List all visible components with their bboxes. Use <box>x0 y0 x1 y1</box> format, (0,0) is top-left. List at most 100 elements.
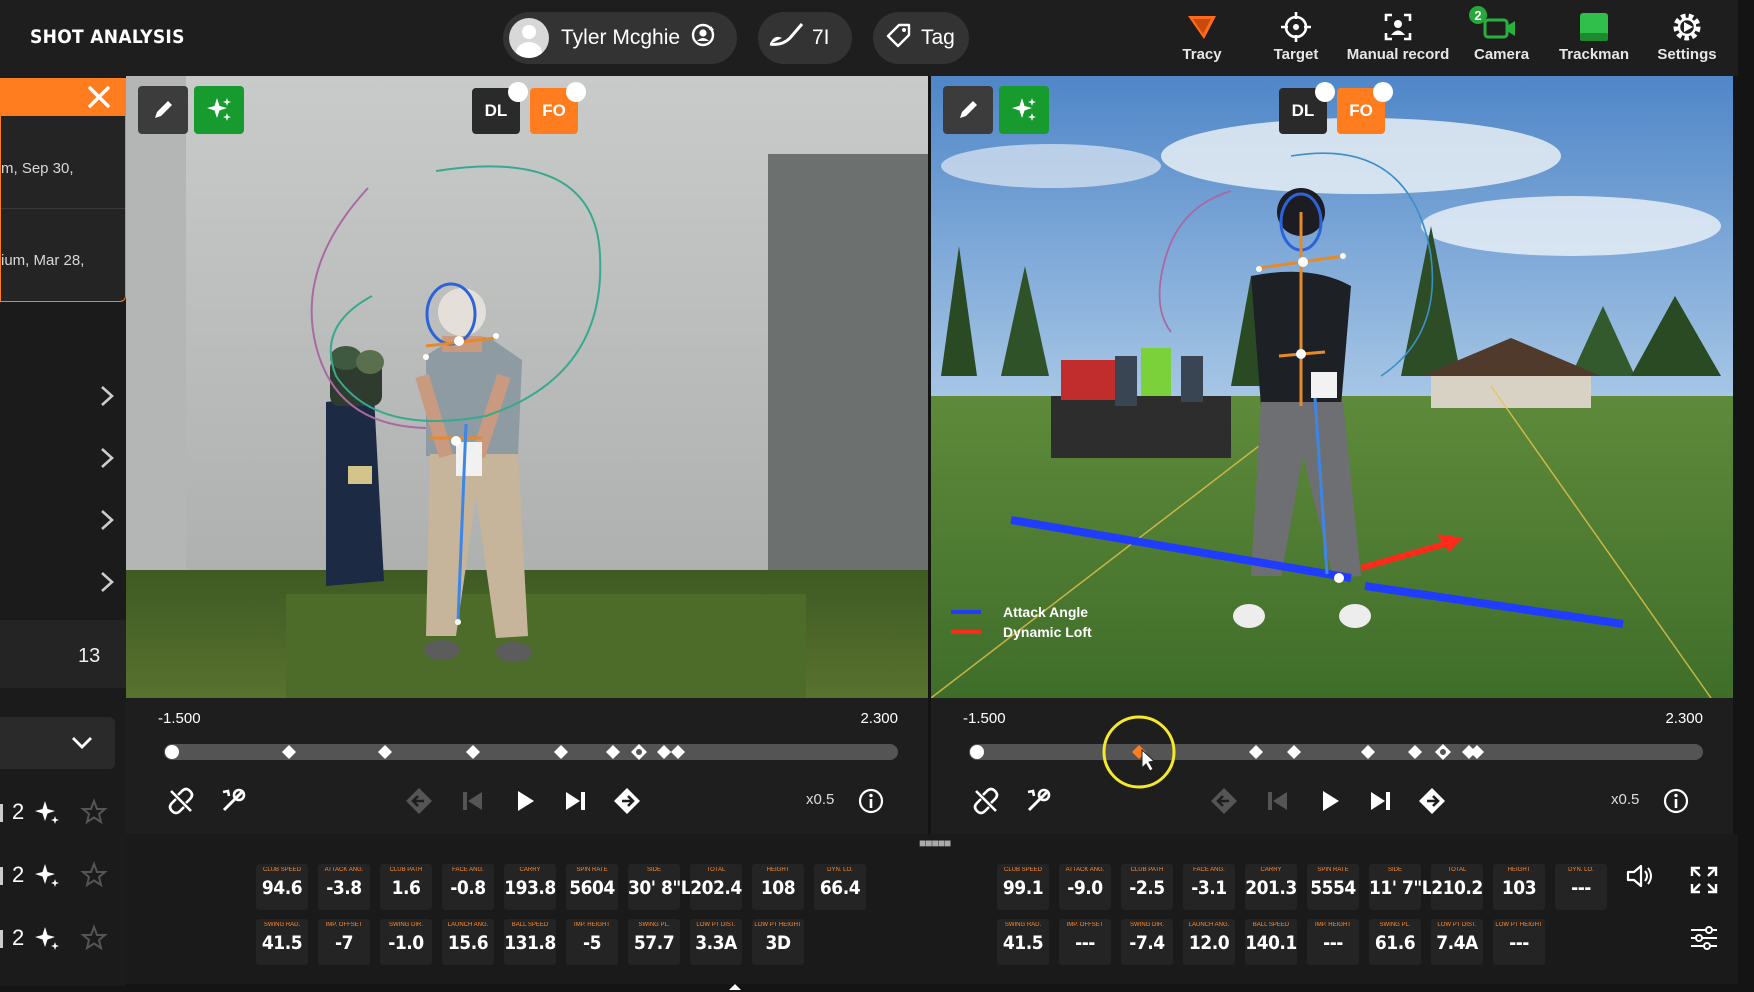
manual-record-button[interactable]: Manual record <box>1346 10 1450 70</box>
stat-tile[interactable]: HEIGHT 108 <box>752 864 804 910</box>
step-forward-icon[interactable] <box>558 784 592 818</box>
stat-tile[interactable]: SPIN RATE 5554 <box>1307 864 1359 910</box>
pen-tool-button[interactable] <box>138 86 188 134</box>
volume-icon[interactable] <box>1622 858 1658 894</box>
stat-tile[interactable]: SWING DIR. -7.4 <box>1121 919 1173 965</box>
info-icon[interactable] <box>854 784 888 818</box>
shot-row[interactable]: 2 <box>0 792 120 832</box>
session-item[interactable]: m, Sep 30, <box>1 160 74 177</box>
stat-tile[interactable]: CLUB SPEED 94.6 <box>256 864 308 910</box>
camera-tab-fo[interactable]: FO <box>530 82 586 134</box>
stat-tile[interactable]: ATTACK ANG. -3.8 <box>318 864 370 910</box>
star-icon[interactable] <box>80 861 108 894</box>
stat-tile[interactable]: CARRY 193.8 <box>504 864 556 910</box>
remove-camera-icon[interactable] <box>508 82 528 102</box>
stat-tile[interactable]: LOW PT HEIGHT 3D <box>752 919 804 965</box>
camera-tab-fo[interactable]: FO <box>1337 82 1393 134</box>
stat-tile[interactable]: CARRY 201.3 <box>1245 864 1297 910</box>
trackman-button[interactable]: Trackman <box>1556 10 1632 70</box>
stat-tile[interactable]: SWING RAD. 41.5 <box>256 919 308 965</box>
video-pane-left[interactable]: DL FO <box>126 76 928 698</box>
next-keyframe-icon[interactable] <box>1415 784 1449 818</box>
playback-speed[interactable]: x0.5 <box>1611 791 1639 808</box>
stat-tile[interactable]: SWING PL. 57.7 <box>628 919 680 965</box>
unlink-icon[interactable] <box>969 784 1003 818</box>
shot-row[interactable]: 2 <box>0 918 120 958</box>
chevron-right-icon[interactable] <box>98 384 116 408</box>
sliders-icon[interactable] <box>1686 920 1722 956</box>
tracy-button[interactable]: Tracy <box>1176 10 1228 70</box>
remove-camera-icon[interactable] <box>1315 82 1335 102</box>
stat-tile[interactable]: SWING PL. 61.6 <box>1369 919 1421 965</box>
stat-tile[interactable]: SIDE 30' 8"L <box>628 864 692 910</box>
settings-button[interactable]: Settings <box>1656 10 1718 70</box>
stat-tile[interactable]: DYN. LO. --- <box>1555 864 1607 910</box>
unlink-icon[interactable] <box>164 784 198 818</box>
star-icon[interactable] <box>80 798 108 831</box>
stat-tile[interactable]: IMP. HEIGHT --- <box>1307 919 1359 965</box>
timeline-scrubber[interactable] <box>164 744 898 760</box>
shot-filter-dropdown[interactable] <box>0 717 115 769</box>
pen-tool-button[interactable] <box>943 86 993 134</box>
stat-tile[interactable]: LOW PT HEIGHT --- <box>1493 919 1545 965</box>
stat-tile[interactable]: BALL SPEED 140.1 <box>1245 919 1297 965</box>
playback-speed[interactable]: x0.5 <box>806 791 834 808</box>
tools-icon[interactable] <box>1021 784 1055 818</box>
stat-tile[interactable]: IMP. HEIGHT -5 <box>566 919 618 965</box>
star-icon[interactable] <box>80 924 108 957</box>
previous-keyframe-icon[interactable] <box>1207 784 1241 818</box>
target-button[interactable]: Target <box>1270 10 1322 70</box>
camera-tab-dl[interactable]: DL <box>1279 82 1335 134</box>
stat-tile[interactable]: CLUB PATH -2.5 <box>1121 864 1173 910</box>
previous-keyframe-icon[interactable] <box>402 784 436 818</box>
sparkle-icon[interactable] <box>32 861 62 896</box>
info-icon[interactable] <box>1659 784 1693 818</box>
tag-button[interactable]: Tag <box>873 12 969 64</box>
stat-tile[interactable]: DYN. LO. 66.4 <box>814 864 866 910</box>
play-icon[interactable] <box>1313 784 1347 818</box>
chevron-right-icon[interactable] <box>98 570 116 594</box>
step-back-icon[interactable] <box>456 784 490 818</box>
stat-tile[interactable]: IMP. OFFSET -7 <box>318 919 370 965</box>
stat-tile[interactable]: TOTAL 202.4 <box>690 864 742 910</box>
stat-tile[interactable]: LAUNCH ANG. 12.0 <box>1183 919 1235 965</box>
sparkle-icon[interactable] <box>32 924 62 959</box>
stat-tile[interactable]: CLUB PATH 1.6 <box>380 864 432 910</box>
timeline-scrubber[interactable] <box>969 715 1703 789</box>
remove-camera-icon[interactable] <box>566 82 586 102</box>
stat-tile[interactable]: IMP. OFFSET --- <box>1059 919 1111 965</box>
step-back-icon[interactable] <box>1261 784 1295 818</box>
stat-tile[interactable]: SWING DIR. -1.0 <box>380 919 432 965</box>
next-keyframe-icon[interactable] <box>610 784 644 818</box>
stat-tile[interactable]: ATTACK ANG. -9.0 <box>1059 864 1111 910</box>
play-icon[interactable] <box>508 784 542 818</box>
caret-up-icon[interactable] <box>729 984 741 990</box>
sparkle-icon[interactable] <box>32 798 62 833</box>
club-selector[interactable]: 7I <box>758 12 852 64</box>
stat-tile[interactable]: CLUB SPEED 99.1 <box>997 864 1049 910</box>
stat-tile[interactable]: TOTAL 210.2 <box>1431 864 1483 910</box>
chevron-down-icon[interactable] <box>70 735 94 751</box>
resize-handle[interactable]: ■■■■■ <box>919 836 951 850</box>
stat-tile[interactable]: FACE ANG. -3.1 <box>1183 864 1235 910</box>
chevron-right-icon[interactable] <box>98 508 116 532</box>
tools-icon[interactable] <box>216 784 250 818</box>
ai-overlay-button[interactable] <box>999 86 1049 134</box>
stat-tile[interactable]: LOW PT DIST. 3.3A <box>690 919 742 965</box>
stat-tile[interactable]: LOW PT DIST. 7.4A <box>1431 919 1483 965</box>
camera-tab-dl[interactable]: DL <box>472 82 528 134</box>
stat-tile[interactable]: HEIGHT 103 <box>1493 864 1545 910</box>
stat-tile[interactable]: SIDE 11' 7"L <box>1369 864 1433 910</box>
session-item[interactable]: ium, Mar 28, <box>1 252 84 269</box>
shot-row[interactable]: 2 <box>0 855 120 895</box>
close-icon[interactable] <box>84 82 114 112</box>
ai-overlay-button[interactable] <box>194 86 244 134</box>
chevron-right-icon[interactable] <box>98 446 116 470</box>
stat-tile[interactable]: SWING RAD. 41.5 <box>997 919 1049 965</box>
stat-tile[interactable]: BALL SPEED 131.8 <box>504 919 556 965</box>
step-forward-icon[interactable] <box>1363 784 1397 818</box>
player-selector[interactable]: Tyler Mcghie <box>503 12 737 64</box>
stat-tile[interactable]: SPIN RATE 5604 <box>566 864 618 910</box>
stat-tile[interactable]: FACE ANG. -0.8 <box>442 864 494 910</box>
remove-camera-icon[interactable] <box>1373 82 1393 102</box>
